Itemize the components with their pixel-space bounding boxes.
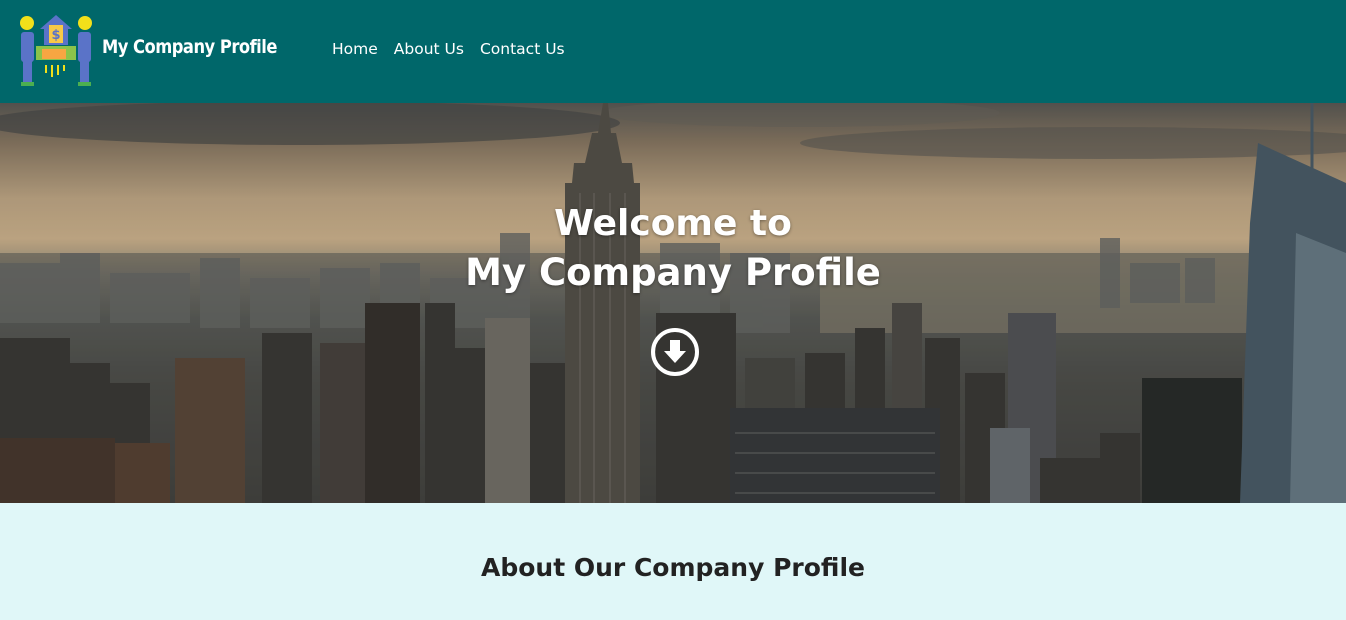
navbar: $ My Company Profile Home About Us Conta xyxy=(0,0,1346,103)
nav-links: Home About Us Contact Us xyxy=(332,40,565,58)
hero-title-line1: Welcome to xyxy=(554,203,792,244)
about-section: About Our Company Profile xyxy=(0,503,1346,620)
arrow-down-circle-icon xyxy=(664,340,686,363)
scroll-down-button[interactable] xyxy=(651,328,699,376)
brand-link[interactable]: $ My Company Profile xyxy=(18,13,305,89)
nav-link-about-us[interactable]: About Us xyxy=(394,40,464,58)
hero-title-line2: My Company Profile xyxy=(465,251,881,294)
city-skyline-background xyxy=(0,103,1346,503)
about-heading: About Our Company Profile xyxy=(481,553,865,582)
nav-link-home[interactable]: Home xyxy=(332,40,378,58)
company-logo-icon: $ xyxy=(20,15,92,86)
brand-name: My Company Profile xyxy=(102,36,277,58)
hero-section: Welcome to My Company Profile xyxy=(0,103,1346,503)
nav-link-contact-us[interactable]: Contact Us xyxy=(480,40,565,58)
svg-text:$: $ xyxy=(51,28,60,43)
